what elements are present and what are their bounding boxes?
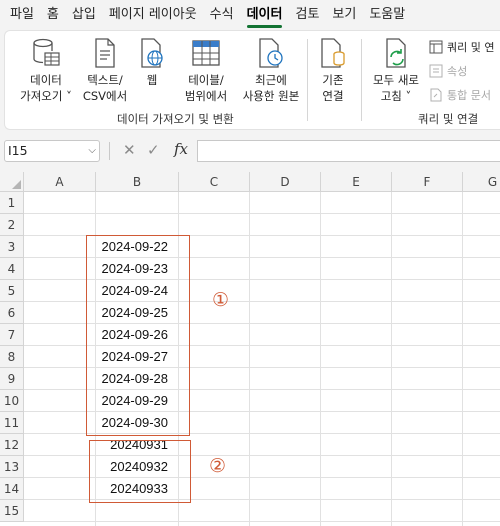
- cancel-icon[interactable]: ✕: [123, 141, 136, 159]
- edit-links-label: 통합 문서: [447, 89, 491, 102]
- from-web-button[interactable]: 웹: [135, 37, 169, 88]
- row-header-3[interactable]: 3: [0, 236, 24, 258]
- formula-input[interactable]: [197, 140, 500, 162]
- recent-source-icon: [259, 38, 283, 68]
- existing-label-1: 기존: [322, 73, 344, 87]
- gridline: [249, 192, 250, 526]
- column-header-f[interactable]: F: [392, 172, 463, 192]
- text-file-icon: [95, 38, 115, 68]
- select-all-corner[interactable]: [0, 172, 24, 192]
- connection-file-icon: [321, 38, 345, 68]
- column-header-g[interactable]: G: [463, 172, 500, 192]
- table-icon: [192, 40, 220, 66]
- annotation-marker-1: ①: [212, 289, 230, 311]
- edit-links-button[interactable]: 통합 문서: [429, 87, 491, 103]
- column-header-d[interactable]: D: [250, 172, 321, 192]
- ribbon-divider: [307, 39, 308, 121]
- get-data-label-2: 가져오기 ˅: [20, 89, 72, 103]
- ribbon-panel: 데이터 가져오기 ˅ 텍스트/ CSV에서 웹 테이블/ 범위에서 최근에 사용…: [4, 30, 500, 130]
- tab-page-layout[interactable]: 페이지 레이아웃: [109, 0, 197, 30]
- annotation-marker-2: ②: [209, 455, 227, 477]
- get-data-button[interactable]: 데이터 가져오기 ˅: [15, 37, 77, 104]
- row-header-13[interactable]: 13: [0, 456, 24, 478]
- group-get-transform-label: 데이터 가져오기 및 변환: [117, 112, 234, 126]
- from-text-csv-button[interactable]: 텍스트/ CSV에서: [79, 37, 131, 104]
- column-header-c[interactable]: C: [179, 172, 250, 192]
- queries-connections-button[interactable]: 쿼리 및 연: [429, 39, 494, 55]
- text-csv-label-1: 텍스트/: [87, 73, 123, 87]
- refresh-icon: [386, 38, 406, 68]
- properties-icon: [429, 64, 443, 78]
- tab-help[interactable]: 도움말: [369, 0, 405, 30]
- gridline: [462, 192, 463, 526]
- cell-b2[interactable]: [96, 214, 179, 236]
- refresh-label-1: 모두 새로: [373, 73, 419, 87]
- column-header-b[interactable]: B: [96, 172, 179, 192]
- group-queries-label: 쿼리 및 연결: [418, 112, 479, 126]
- row-header-2[interactable]: 2: [0, 214, 24, 236]
- ribbon-tabs: 파일 홈 삽입 페이지 레이아웃 수식 데이터 검토 보기 도움말: [0, 0, 500, 30]
- tab-formulas[interactable]: 수식: [210, 0, 234, 30]
- existing-connections-button[interactable]: 기존 연결: [311, 37, 355, 104]
- tab-view[interactable]: 보기: [332, 0, 356, 30]
- queries-icon: [429, 40, 443, 54]
- name-box-value: I15: [8, 143, 28, 158]
- row-header-6[interactable]: 6: [0, 302, 24, 324]
- existing-label-2: 연결: [322, 89, 344, 103]
- row-header-4[interactable]: 4: [0, 258, 24, 280]
- recent-label-2: 사용한 원본: [242, 89, 300, 103]
- insert-function-icon[interactable]: fx: [174, 140, 188, 158]
- column-header-a[interactable]: A: [24, 172, 96, 192]
- text-csv-label-2: CSV에서: [82, 89, 128, 103]
- properties-button[interactable]: 속성: [429, 63, 467, 79]
- ribbon-divider: [361, 39, 362, 121]
- spreadsheet-grid[interactable]: A B C D E F G 1 2 3 2024-09-22 4 2024-09-23 5 2024-09-…: [0, 172, 500, 526]
- row-header-8[interactable]: 8: [0, 346, 24, 368]
- column-header-e[interactable]: E: [321, 172, 392, 192]
- row-header-9[interactable]: 9: [0, 368, 24, 390]
- formula-divider: [109, 142, 110, 160]
- row-header-12[interactable]: 12: [0, 434, 24, 456]
- tab-data[interactable]: 데이터: [246, 0, 282, 30]
- from-table-range-button[interactable]: 테이블/ 범위에서: [175, 37, 237, 104]
- queries-label: 쿼리 및 연: [447, 41, 495, 54]
- row-header-10[interactable]: 10: [0, 390, 24, 412]
- recent-label-1: 최근에: [255, 73, 287, 87]
- get-data-label-1: 데이터: [30, 73, 62, 87]
- enter-check-icon[interactable]: ✓: [147, 141, 160, 159]
- cell-b1[interactable]: [96, 192, 179, 214]
- cell-b15[interactable]: [96, 500, 179, 522]
- gridline: [320, 192, 321, 526]
- table-range-label-1: 테이블/: [188, 73, 224, 87]
- recent-sources-button[interactable]: 최근에 사용한 원본: [237, 37, 305, 104]
- row-header-5[interactable]: 5: [0, 280, 24, 302]
- row-header-15[interactable]: 15: [0, 500, 24, 522]
- annotation-box-2: [89, 440, 191, 503]
- tab-insert[interactable]: 삽입: [72, 0, 96, 30]
- tab-home[interactable]: 홈: [47, 0, 59, 30]
- row-header-1[interactable]: 1: [0, 192, 24, 214]
- row-header-7[interactable]: 7: [0, 324, 24, 346]
- gridline: [391, 192, 392, 526]
- row-header-11[interactable]: 11: [0, 412, 24, 434]
- tab-review[interactable]: 검토: [295, 0, 319, 30]
- edit-links-icon: [430, 88, 442, 102]
- row-header-14[interactable]: 14: [0, 478, 24, 500]
- table-range-label-2: 범위에서: [184, 89, 228, 103]
- annotation-box-1: [86, 235, 190, 436]
- tab-file[interactable]: 파일: [10, 0, 34, 30]
- refresh-label-2: 고침 ˅: [380, 89, 412, 103]
- web-label: 웹: [146, 73, 158, 87]
- name-box[interactable]: I15 ⌵: [4, 140, 100, 162]
- web-page-icon: [141, 38, 163, 68]
- refresh-all-button[interactable]: 모두 새로 고침 ˅: [365, 37, 427, 104]
- chevron-down-icon[interactable]: ⌵: [88, 141, 96, 161]
- formula-bar: I15 ⌵ ✕ ✓ fx: [0, 130, 500, 172]
- database-icon: [33, 38, 60, 66]
- properties-label: 속성: [447, 65, 468, 78]
